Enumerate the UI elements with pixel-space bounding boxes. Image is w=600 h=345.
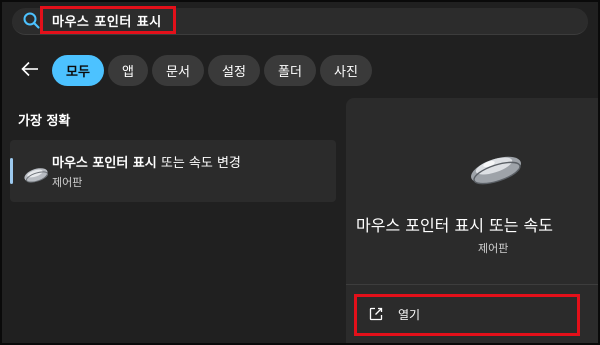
filter-chip-folders[interactable]: 폴더 bbox=[264, 55, 316, 86]
open-label: 열기 bbox=[398, 307, 421, 322]
back-arrow-icon[interactable] bbox=[20, 60, 40, 78]
detail-subtitle: 제어판 bbox=[478, 242, 509, 255]
best-match-result[interactable]: 마우스 포인터 표시 또는 속도 변경 제어판 bbox=[10, 140, 336, 202]
search-icon bbox=[23, 12, 40, 29]
detail-divider bbox=[346, 284, 600, 285]
filter-chip-all[interactable]: 모두 bbox=[52, 55, 104, 86]
filter-chip-photos[interactable]: 사진 bbox=[320, 55, 372, 86]
detail-pane: 마우스 포인터 표시 또는 속도 제어판 열기 bbox=[346, 98, 600, 345]
filter-chip-settings[interactable]: 설정 bbox=[208, 55, 260, 86]
filter-chip-documents[interactable]: 문서 bbox=[152, 55, 204, 86]
open-external-icon bbox=[369, 307, 383, 321]
best-match-heading: 가장 정확 bbox=[18, 114, 71, 129]
detail-title: 마우스 포인터 표시 또는 속도 bbox=[356, 216, 553, 235]
filter-chip-apps[interactable]: 앱 bbox=[108, 55, 148, 86]
open-action[interactable]: 열기 bbox=[368, 303, 420, 325]
best-match-title-match: 마우스 포인터 표시 bbox=[52, 156, 157, 171]
mouse-icon bbox=[471, 156, 521, 185]
selection-indicator bbox=[10, 158, 13, 184]
best-match-title-rest: 또는 속도 변경 bbox=[156, 156, 241, 171]
best-match-title: 마우스 포인터 표시 또는 속도 변경 bbox=[52, 152, 241, 171]
best-match-subtitle: 제어판 bbox=[52, 176, 83, 189]
search-input[interactable] bbox=[52, 10, 174, 30]
mouse-icon bbox=[24, 168, 49, 183]
